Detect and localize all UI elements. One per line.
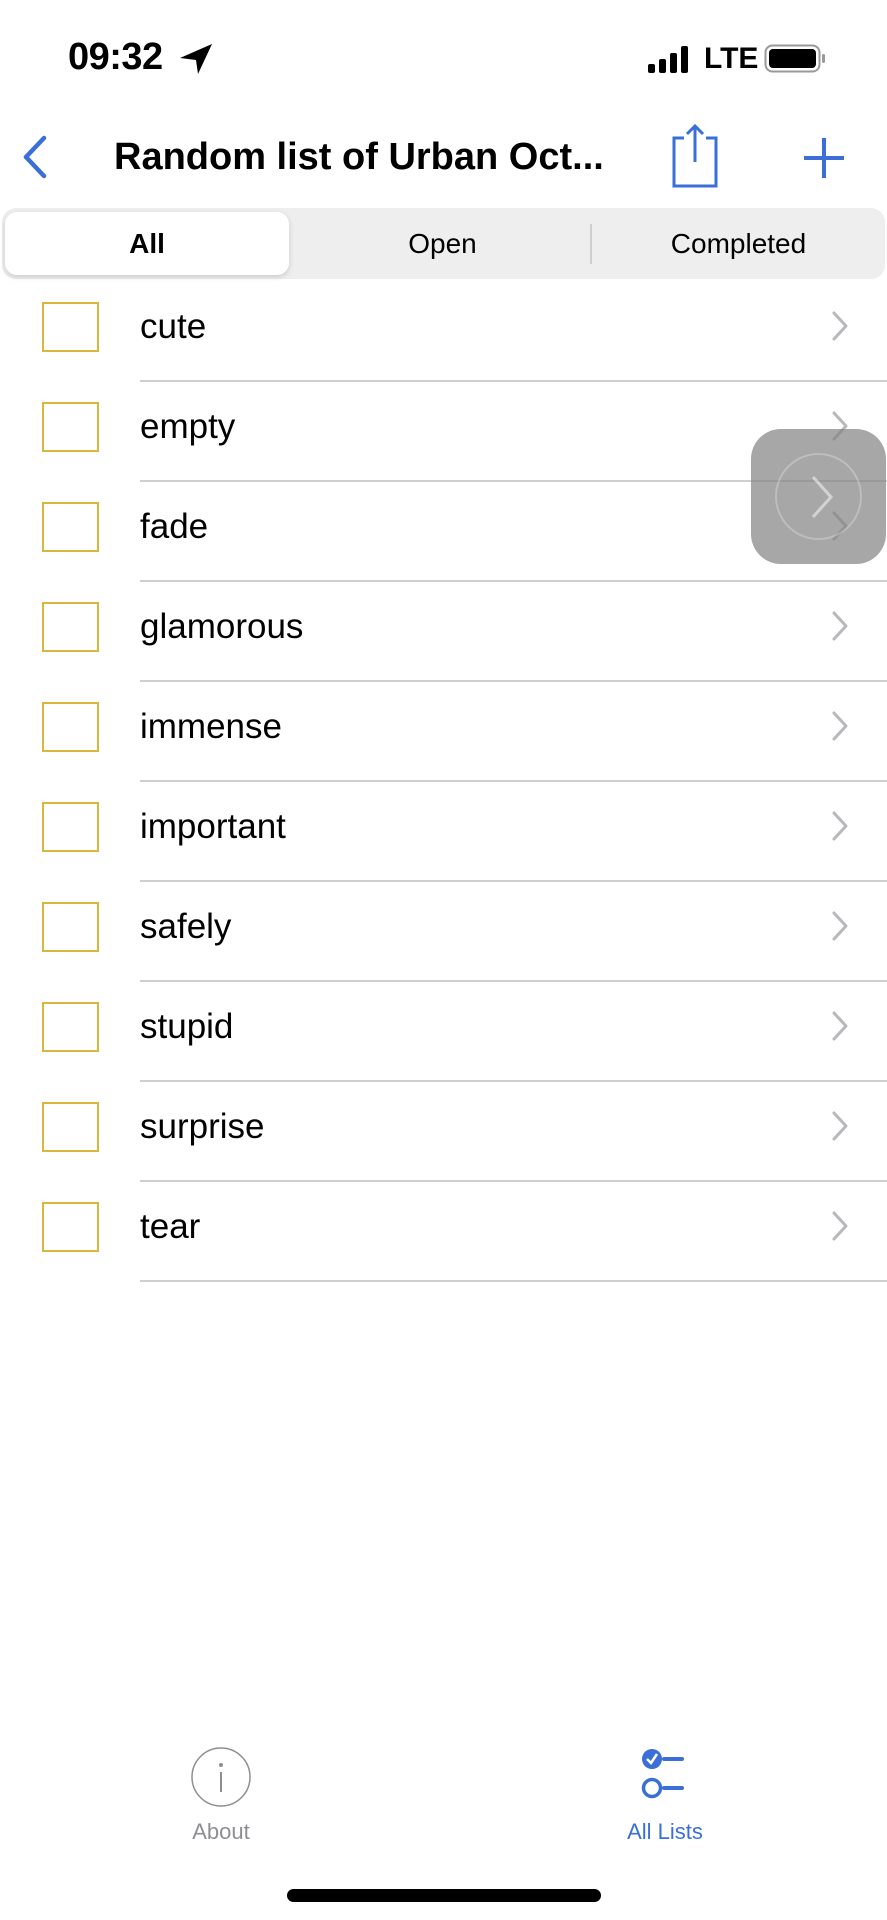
checkbox[interactable]	[42, 502, 99, 552]
checkbox[interactable]	[42, 1002, 99, 1052]
battery-icon	[764, 44, 825, 73]
checkbox[interactable]	[42, 302, 99, 352]
checklist-icon	[641, 1749, 684, 1799]
tab-about-label: About	[192, 1819, 250, 1844]
item-label: empty	[140, 407, 236, 446]
page-title: Random list of Urban Oct...	[114, 136, 604, 178]
chevron-right-icon	[832, 1111, 848, 1141]
segment-all[interactable]: All	[5, 228, 289, 260]
chevron-right-icon	[832, 1211, 848, 1241]
checkbox[interactable]	[42, 702, 99, 752]
list-item[interactable]: stupid	[0, 981, 887, 1082]
tab-about[interactable]: About	[121, 1746, 321, 1845]
row-separator	[140, 1280, 887, 1282]
tab-all-lists[interactable]: All Lists	[565, 1746, 765, 1845]
item-label: important	[140, 807, 286, 846]
chevron-right-icon	[832, 811, 848, 841]
share-button[interactable]	[670, 124, 720, 188]
checkbox[interactable]	[42, 602, 99, 652]
segment-open[interactable]: Open	[295, 228, 590, 260]
list-item[interactable]: safely	[0, 881, 887, 982]
item-label: fade	[140, 507, 209, 546]
item-label: cute	[140, 307, 207, 346]
chevron-right-icon	[832, 911, 848, 941]
item-label: tear	[140, 1207, 201, 1246]
checkbox[interactable]	[42, 902, 99, 952]
add-button[interactable]	[802, 136, 846, 180]
item-label: glamorous	[140, 607, 304, 646]
chevron-right-icon	[811, 475, 834, 519]
list-item[interactable]: important	[0, 781, 887, 882]
assistive-touch-button[interactable]	[751, 429, 886, 564]
list-item[interactable]: immense	[0, 681, 887, 782]
item-label: stupid	[140, 1007, 234, 1046]
back-button[interactable]	[18, 132, 50, 182]
chevron-right-icon	[832, 1011, 848, 1041]
list-item[interactable]: tear	[0, 1181, 887, 1282]
list-item[interactable]: glamorous	[0, 581, 887, 682]
item-label: surprise	[140, 1107, 265, 1146]
checkbox[interactable]	[42, 402, 99, 452]
chevron-right-icon	[832, 711, 848, 741]
info-icon	[191, 1747, 251, 1807]
list-item[interactable]: cute	[0, 281, 887, 382]
status-time: 09:32	[68, 36, 163, 78]
item-label: immense	[140, 707, 282, 746]
segment-completed[interactable]: Completed	[592, 228, 885, 260]
checkbox[interactable]	[42, 1102, 99, 1152]
home-indicator	[287, 1889, 601, 1902]
list-item[interactable]: surprise	[0, 1081, 887, 1182]
chevron-right-icon	[832, 311, 848, 341]
location-arrow-icon	[180, 44, 212, 74]
signal-icon	[648, 46, 688, 73]
tab-all-lists-label: All Lists	[627, 1819, 703, 1844]
network-label: LTE	[704, 42, 759, 75]
chevron-right-icon	[832, 611, 848, 641]
checkbox[interactable]	[42, 1202, 99, 1252]
checkbox[interactable]	[42, 802, 99, 852]
item-label: safely	[140, 907, 232, 946]
